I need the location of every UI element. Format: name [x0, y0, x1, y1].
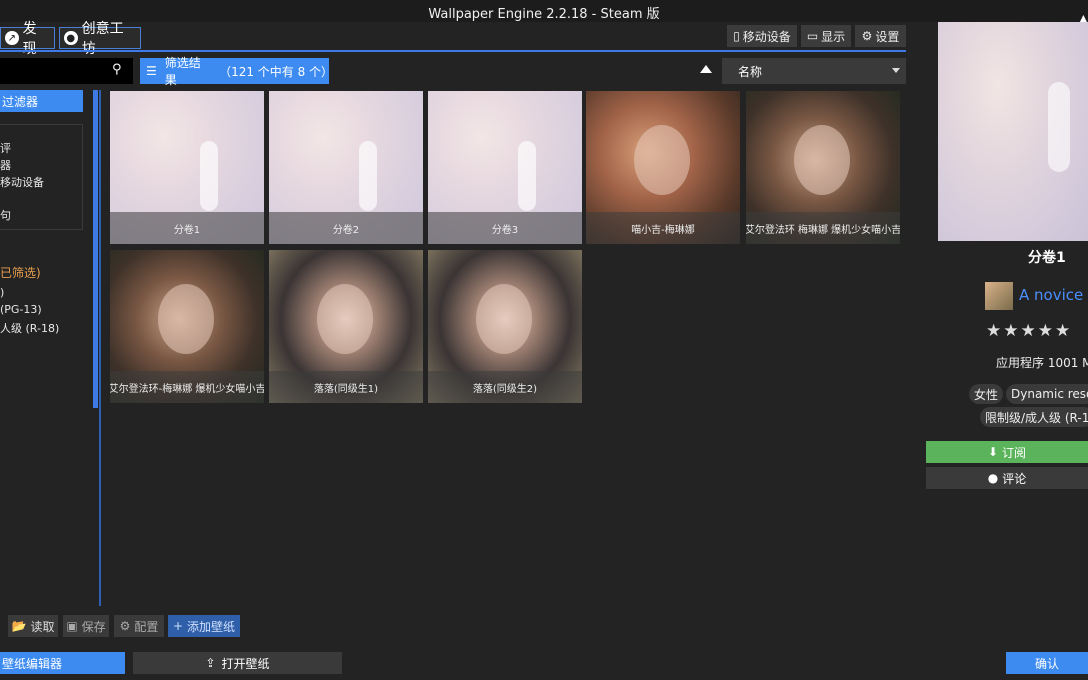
search-icon[interactable]: ⚲ [112, 62, 122, 77]
sidebar-scrollbar[interactable] [93, 90, 98, 408]
author-link[interactable]: A novice [1019, 286, 1083, 304]
config-label: 配置 [134, 619, 159, 634]
compass-icon: ↗ [5, 31, 19, 45]
header-divider [0, 50, 906, 52]
portrait-face [158, 284, 214, 354]
filters-header[interactable]: 过滤器 [0, 90, 83, 112]
sidebar-divider [99, 90, 101, 606]
sort-select[interactable]: 名称 [722, 58, 906, 84]
wallpaper-caption: 落落(同级生1) [269, 371, 423, 403]
ok-label: 确认 [1034, 656, 1059, 671]
age-rating-option[interactable]: 人级 (R-18) [0, 320, 59, 336]
wallpaper-tile[interactable]: 艾尔登法环 梅琳娜 爆机少女喵小吉 [746, 91, 900, 244]
app-info: 应用程序 1001 M [996, 356, 1088, 370]
add-wallpaper-button[interactable]: + 添加壁纸 [168, 615, 240, 637]
tab-workshop[interactable]: ● 创意工坊 [59, 21, 141, 57]
wallpaper-tile[interactable]: 落落(同级生1) [269, 250, 423, 403]
wallpaper-caption: 艾尔登法环-梅琳娜 爆机少女喵小吉 [110, 371, 264, 403]
wallpaper-caption: 分卷2 [269, 212, 423, 244]
mobile-devices-button[interactable]: ▯ 移动设备 [727, 25, 797, 47]
tab-discover[interactable]: ↗ 发现 [0, 21, 55, 57]
wallpaper-preview [938, 22, 1088, 241]
tag[interactable]: Dynamic reso [1006, 384, 1088, 404]
open-wallpaper-button[interactable]: ⇪ 打开壁纸 [133, 652, 342, 674]
load-button[interactable]: 📂 读取 [8, 615, 58, 637]
steam-icon: ● [64, 31, 78, 45]
phone-icon: ▯ [733, 29, 740, 43]
window-title: Wallpaper Engine 2.2.18 - Steam 版 [428, 7, 660, 22]
wallpaper-tile[interactable]: 喵小吉-梅琳娜 [586, 91, 740, 244]
wallpaper-title: 分卷1 [1028, 250, 1066, 266]
wallpaper-tile[interactable]: 艾尔登法环-梅琳娜 爆机少女喵小吉 [110, 250, 264, 403]
filters-header-label: 过滤器 [2, 94, 39, 109]
rating-stars: ★★★★★ [986, 321, 1073, 341]
filter-option[interactable]: 评 [0, 140, 11, 156]
upload-icon: ⇪ [205, 656, 216, 670]
gear-icon: ⚙ [861, 29, 873, 43]
portrait-face [476, 284, 532, 354]
settings-button[interactable]: ⚙ 设置 [855, 25, 906, 47]
save-button[interactable]: ▣ 保存 [63, 615, 109, 637]
display-label: 显示 [821, 29, 846, 44]
display-button[interactable]: ▭ 显示 [801, 25, 851, 47]
age-rating-title: 已筛选) [0, 266, 41, 280]
steam-icon: ● [987, 471, 999, 485]
portrait-face [317, 284, 373, 354]
wallpaper-editor-label: 壁纸编辑器 [2, 656, 63, 671]
wallpaper-tile[interactable]: 落落(同级生2) [428, 250, 582, 403]
wallpaper-caption: 落落(同级生2) [428, 371, 582, 403]
filter-option[interactable]: 器 [0, 157, 11, 173]
ok-button[interactable]: 确认 [1006, 652, 1088, 674]
monitor-icon: ▭ [806, 29, 819, 43]
portrait-face [634, 125, 690, 195]
wallpaper-caption: 分卷3 [428, 212, 582, 244]
filter-label: 筛选结果 [164, 56, 201, 87]
sort-selected-value: 名称 [738, 64, 763, 79]
tag[interactable]: 女性 [969, 384, 1004, 404]
tab-discover-label: 发现 [22, 21, 37, 57]
wallpaper-editor-button[interactable]: 壁纸编辑器 [0, 652, 125, 674]
plus-icon: + [172, 619, 184, 633]
download-icon: ⬇ [987, 445, 999, 459]
filter-results-button[interactable]: ☰ 筛选结果 （121 个中有 8 个） [140, 56, 334, 87]
add-wallpaper-label: 添加壁纸 [187, 619, 236, 634]
wallpaper-tile[interactable]: 分卷3 [428, 91, 582, 244]
settings-label: 设置 [875, 29, 900, 44]
folder-open-icon: 📂 [11, 619, 27, 633]
mobile-devices-label: 移动设备 [742, 29, 791, 44]
filter-option[interactable]: 移动设备 [0, 174, 44, 190]
wallpaper-tile[interactable]: 分卷2 [269, 91, 423, 244]
load-label: 读取 [30, 619, 55, 634]
sort-direction-icon[interactable] [700, 65, 712, 73]
wallpaper-tile[interactable]: 分卷1 [110, 91, 264, 244]
gears-icon: ⚙ [119, 619, 131, 633]
tab-workshop-label: 创意工坊 [81, 21, 124, 57]
subscribe-button[interactable]: ⬇ 订阅 [926, 441, 1088, 463]
save-label: 保存 [81, 619, 106, 634]
wallpaper-caption: 喵小吉-梅琳娜 [586, 212, 740, 244]
floppy-icon: ▣ [66, 619, 78, 633]
subscribe-label: 订阅 [1002, 445, 1027, 460]
chevron-down-icon [892, 68, 900, 73]
wallpaper-caption: 艾尔登法环 梅琳娜 爆机少女喵小吉 [746, 212, 900, 244]
comment-label: 评论 [1002, 471, 1027, 486]
author-avatar[interactable] [985, 282, 1013, 310]
filter-count: （121 个中有 8 个） [219, 64, 334, 79]
comment-button[interactable]: ● 评论 [926, 467, 1088, 489]
filter-list-icon: ☰ [146, 64, 157, 78]
wallpaper-caption: 分卷1 [110, 212, 264, 244]
tag[interactable]: 限制级/成人级 (R-1 [980, 407, 1088, 427]
age-rating-option[interactable]: (PG-13) [0, 303, 42, 316]
age-rating-option[interactable]: ) [0, 286, 4, 299]
open-wallpaper-label: 打开壁纸 [221, 656, 270, 671]
filter-option[interactable]: 句 [0, 207, 11, 223]
config-button[interactable]: ⚙ 配置 [114, 615, 164, 637]
portrait-face [794, 125, 850, 195]
